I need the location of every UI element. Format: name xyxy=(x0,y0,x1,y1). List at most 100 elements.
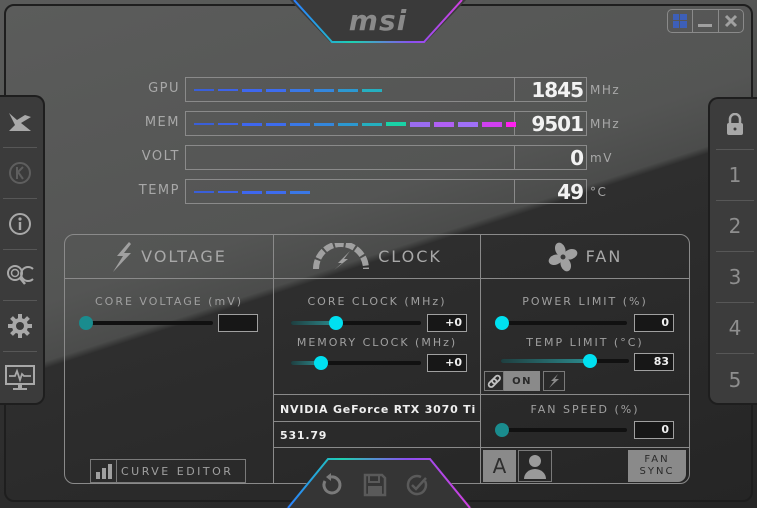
temperature-unit: °C xyxy=(590,185,608,199)
link-limits-button[interactable] xyxy=(484,371,504,391)
monitor-row-mem: MEM 9501 MHz xyxy=(110,111,650,136)
temp-limit-slider[interactable] xyxy=(501,354,629,368)
brand-tab: msi xyxy=(290,0,466,44)
driver-version: 531.79 xyxy=(280,429,328,442)
profile-lock-button[interactable] xyxy=(716,99,754,150)
reset-button[interactable] xyxy=(319,473,347,501)
voltage-header: VOLTAGE xyxy=(65,235,273,279)
fan-user-button[interactable] xyxy=(518,450,552,482)
save-button[interactable] xyxy=(363,473,391,501)
meter-segment xyxy=(410,121,430,127)
memory-clock-knob[interactable] xyxy=(314,356,329,370)
voltage-bar xyxy=(185,145,515,170)
core-clock-label: CORE CLOCK (MHz) xyxy=(307,295,447,308)
meter-segment xyxy=(218,191,238,193)
curve-editor-label: CURVE EDITOR xyxy=(121,464,234,478)
core-clock-knob[interactable] xyxy=(329,316,344,330)
mem-clock-value: 9501 xyxy=(515,111,587,136)
monitor-label: VOLT xyxy=(141,149,180,164)
divider xyxy=(481,447,689,448)
voltage-panel: VOLTAGE CORE VOLTAGE (mV) CURVE EDITOR xyxy=(65,235,274,483)
bottom-action-bar xyxy=(286,456,472,508)
fan-speed-slider[interactable] xyxy=(495,423,627,437)
monitor-label: GPU xyxy=(148,81,180,96)
temperature-value: 49 xyxy=(515,179,587,204)
temp-limit-label: TEMP LIMIT (°C) xyxy=(526,336,644,349)
memory-clock-slider[interactable] xyxy=(291,356,421,370)
control-panels: VOLTAGE CORE VOLTAGE (mV) CURVE EDITOR C… xyxy=(64,234,690,484)
core-clock-input[interactable]: +0 xyxy=(427,314,467,332)
speedometer-icon xyxy=(313,242,370,270)
profile-3[interactable]: 3 xyxy=(716,252,754,303)
gpu-name: NVIDIA GeForce RTX 3070 Ti xyxy=(280,403,477,416)
divider xyxy=(274,421,480,422)
sidebar-item-oc-scanner[interactable] xyxy=(3,250,37,301)
curve-editor-button[interactable]: CURVE EDITOR xyxy=(90,459,246,483)
link-icon xyxy=(487,374,501,388)
sidebar-item-monitor[interactable] xyxy=(3,352,37,403)
power-limit-input[interactable]: 0 xyxy=(634,314,674,332)
memory-clock-label: MEMORY CLOCK (MHz) xyxy=(296,336,458,349)
settings-icon xyxy=(8,314,32,338)
meter-segment xyxy=(194,123,214,125)
close-button[interactable] xyxy=(719,10,743,32)
profile-5[interactable]: 5 xyxy=(716,354,754,405)
mem-clock-bar xyxy=(185,111,516,136)
gpu-clock-unit: MHz xyxy=(590,83,621,97)
voltage-title: VOLTAGE xyxy=(141,247,227,266)
fan-panel: FAN POWER LIMIT (%) 0 TEMP LIMIT (°C) 83… xyxy=(481,235,689,483)
core-voltage-knob[interactable] xyxy=(79,316,93,330)
profile-1[interactable]: 1 xyxy=(716,150,754,201)
apply-button[interactable] xyxy=(405,473,433,501)
fan-auto-button[interactable]: A xyxy=(483,450,516,482)
meter-segment xyxy=(194,191,214,193)
core-voltage-input[interactable] xyxy=(218,314,258,332)
monitor-label: MEM xyxy=(144,115,180,130)
sidebar-item-info[interactable] xyxy=(3,199,37,250)
left-sidebar xyxy=(0,95,45,405)
meter-segment xyxy=(362,122,382,126)
link-toggle-on[interactable]: ON xyxy=(504,371,540,391)
sidebar-item-settings[interactable] xyxy=(3,301,37,352)
power-limit-slider[interactable] xyxy=(495,316,627,330)
save-icon xyxy=(363,473,387,497)
meter-segment xyxy=(290,122,310,126)
temperature-bar xyxy=(185,179,515,204)
oc-scanner-icon xyxy=(7,265,34,285)
core-clock-slider[interactable] xyxy=(291,316,421,330)
minimize-button[interactable] xyxy=(693,10,719,32)
lightning-icon xyxy=(113,241,132,272)
fan-sync-line1: FAN xyxy=(644,454,670,465)
kombustor-icon xyxy=(9,113,31,131)
bar-chart-icon xyxy=(95,464,112,479)
power-limit-knob[interactable] xyxy=(495,316,509,330)
reset-icon xyxy=(322,473,342,495)
meter-segment xyxy=(290,88,310,92)
user-icon xyxy=(524,455,546,479)
fan-sync-button[interactable]: FAN SYNC xyxy=(628,450,686,482)
sidebar-item-k-boost[interactable] xyxy=(3,148,37,199)
sidebar-item-kombustor[interactable] xyxy=(3,97,37,148)
temp-limit-knob[interactable] xyxy=(583,354,598,368)
memory-clock-input[interactable]: +0 xyxy=(427,354,467,372)
core-voltage-slider[interactable] xyxy=(79,316,213,330)
meter-segment xyxy=(314,122,334,126)
fan-sync-line2: SYNC xyxy=(639,466,675,477)
profile-2[interactable]: 2 xyxy=(716,201,754,252)
fan-speed-input[interactable]: 0 xyxy=(634,421,674,439)
meter-segment xyxy=(242,122,262,126)
windows-button[interactable] xyxy=(668,10,694,32)
meter-segment xyxy=(194,89,214,91)
profile-4[interactable]: 4 xyxy=(716,303,754,354)
meter-segment xyxy=(362,88,382,92)
meter-segment xyxy=(458,121,478,127)
meter-segment xyxy=(290,190,310,194)
minimize-icon xyxy=(698,24,713,27)
temp-limit-input[interactable]: 83 xyxy=(634,353,674,371)
lightning-icon xyxy=(549,374,559,388)
boost-button[interactable] xyxy=(543,371,565,391)
window-controls xyxy=(667,9,744,33)
meter-segment xyxy=(434,121,454,127)
divider xyxy=(274,447,480,448)
fan-speed-knob[interactable] xyxy=(495,423,509,437)
